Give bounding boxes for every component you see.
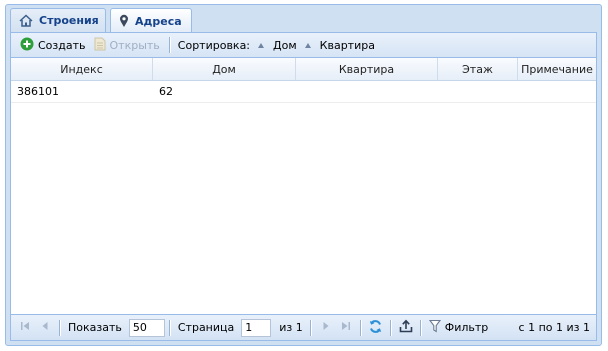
last-page-icon <box>340 320 352 335</box>
column-header-note[interactable]: Примечание <box>518 58 596 80</box>
page-size-input[interactable] <box>128 318 165 337</box>
open-button[interactable]: Открыть <box>91 34 163 56</box>
tab-buildings[interactable]: Строения <box>10 8 106 32</box>
home-icon <box>19 14 33 27</box>
column-header-house[interactable]: Дом <box>153 58 296 80</box>
tab-buildings-label: Строения <box>39 14 99 27</box>
last-page-button[interactable] <box>336 318 356 338</box>
document-icon <box>94 37 106 54</box>
sort-by-apartment-button[interactable]: Квартира <box>302 34 378 56</box>
upload-icon <box>399 319 413 336</box>
cell-apartment <box>296 81 438 102</box>
column-header-apartment[interactable]: Квартира <box>296 58 438 80</box>
first-page-button[interactable] <box>15 318 35 338</box>
toolbar-separator <box>168 37 171 53</box>
create-button[interactable]: Создать <box>17 34 89 56</box>
next-page-button[interactable] <box>316 318 336 338</box>
pager-separator <box>59 319 61 336</box>
pager-separator <box>389 319 392 336</box>
cell-house: 62 <box>159 85 173 98</box>
paging-toolbar: Показать Страница из 1 <box>11 314 596 340</box>
pager-separator <box>168 319 171 336</box>
previous-page-icon <box>39 320 51 335</box>
open-button-label: Открыть <box>109 38 160 52</box>
refresh-icon <box>368 319 383 337</box>
addresses-content: Создать Открыть Сортировка: Дом Квартира <box>10 32 597 341</box>
cell-note <box>518 81 596 102</box>
sort-label: Сортировка: <box>177 38 251 52</box>
filter-button-label: Фильтр <box>444 321 489 334</box>
page-number-input[interactable] <box>241 318 272 337</box>
cell-index: 386101 <box>17 85 59 98</box>
pager-separator <box>419 319 422 336</box>
paging-summary: с 1 по 1 из 1 <box>518 321 590 334</box>
cell-floor <box>438 81 518 102</box>
grid-header: Индекс Дом Квартира Этаж Примечание <box>11 58 596 81</box>
column-header-index[interactable]: Индекс <box>11 58 153 80</box>
tab-addresses-label: Адреса <box>135 14 182 28</box>
next-page-icon <box>320 320 332 335</box>
page-label: Страница <box>177 321 235 334</box>
filter-button[interactable]: Фильтр <box>426 317 492 339</box>
sort-by-apartment-label: Квартира <box>319 38 375 52</box>
sort-ascending-icon <box>258 42 265 48</box>
main-panel: Строения Адреса Создать Открыть Сортиров… <box>5 4 602 346</box>
previous-page-button[interactable] <box>35 318 55 338</box>
sort-by-house-button[interactable]: Дом <box>255 34 300 56</box>
funnel-icon <box>428 319 441 336</box>
sort-ascending-icon <box>304 42 311 48</box>
refresh-button[interactable] <box>366 318 386 338</box>
first-page-icon <box>19 320 31 335</box>
plus-circle-icon <box>20 37 34 54</box>
sort-by-house-label: Дом <box>273 38 297 52</box>
pager-separator <box>359 319 362 336</box>
page-size-label: Показать <box>68 321 122 334</box>
export-button[interactable] <box>396 318 416 338</box>
create-button-label: Создать <box>38 38 86 52</box>
page-count-label: из 1 <box>279 321 303 334</box>
column-header-floor[interactable]: Этаж <box>438 58 518 80</box>
pager-separator <box>309 319 312 336</box>
map-pin-icon <box>119 14 129 28</box>
table-row[interactable]: 386101 62 <box>11 81 596 103</box>
toolbar: Создать Открыть Сортировка: Дом Квартира <box>11 33 596 58</box>
tab-addresses[interactable]: Адреса <box>110 8 192 33</box>
